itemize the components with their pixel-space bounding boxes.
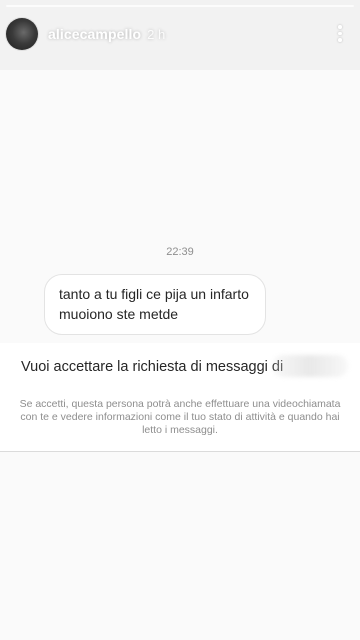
more-dot xyxy=(338,31,342,35)
request-title: Vuoi accettare la richiesta di messaggi … xyxy=(21,359,284,375)
more-dot xyxy=(338,25,342,29)
story-progress-bar xyxy=(6,5,354,7)
message-line: tanto a tu figli ce pija un infarto xyxy=(59,286,249,302)
story-header: alicecampello 2 h xyxy=(6,14,354,54)
message-bubble: tanto a tu figli ce pija un infarto muoi… xyxy=(44,274,266,335)
post-time: 2 h xyxy=(147,26,166,42)
more-vertical-icon[interactable] xyxy=(332,22,348,46)
message-timestamp: 22:39 xyxy=(166,246,194,258)
blurred-sender-name xyxy=(272,355,348,377)
message-request-panel: Vuoi accettare la richiesta di messaggi … xyxy=(0,343,360,452)
story-viewer[interactable]: alicecampello 2 h 22:39 tanto a tu figli… xyxy=(0,0,360,640)
avatar[interactable] xyxy=(6,18,38,50)
more-dot xyxy=(338,38,342,42)
request-description: Se accetti, questa persona potrà anche e… xyxy=(19,398,341,436)
message-line: muoiono ste metde xyxy=(59,306,179,322)
username[interactable]: alicecampello xyxy=(48,26,141,42)
